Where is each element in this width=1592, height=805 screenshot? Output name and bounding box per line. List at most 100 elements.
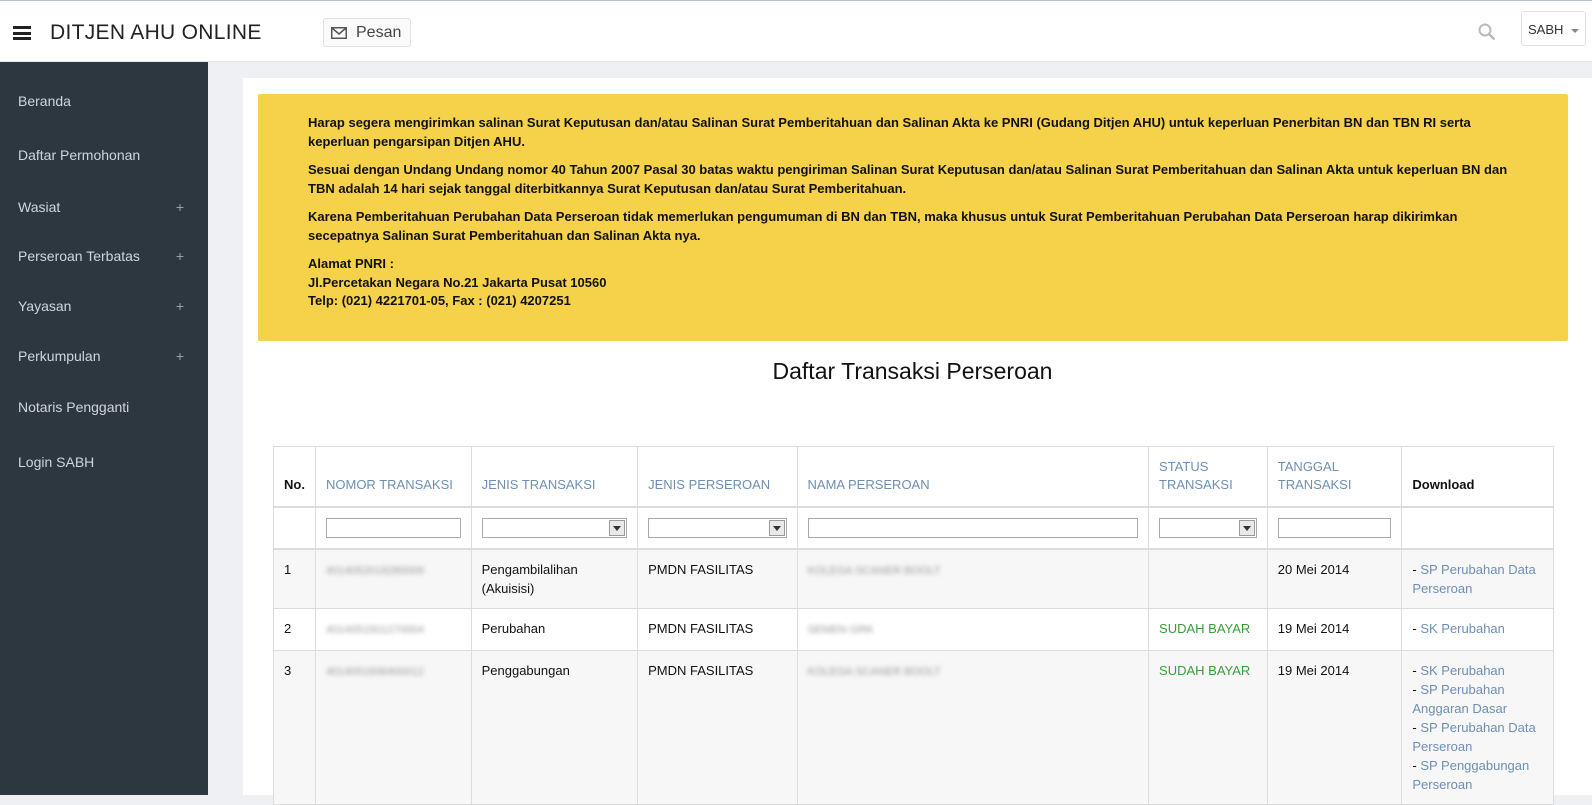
filter-cell [637, 505, 798, 550]
cell-jenis-transaksi: Pengambilalihan (Akuisisi) [470, 548, 639, 609]
download-item: - SK Perubahan [1412, 661, 1543, 680]
notice-paragraph: Karena Pemberitahuan Perubahan Data Pers… [308, 209, 1458, 243]
download-item: - SK Perubahan [1412, 619, 1543, 638]
cell-nama-perseroan: KOLEGA SCANER BOOLT [796, 649, 1150, 805]
sidebar-item-perkumpulan[interactable]: Perkumpulan + [0, 341, 208, 371]
sidebar-item-label: Perseroan Terbatas [18, 248, 140, 264]
cell-status-transaksi: SUDAH BAYAR [1148, 607, 1268, 651]
cell-status-transaksi: SUDAH BAYAR [1148, 649, 1268, 805]
filter-row [273, 505, 1554, 550]
nomor-transaksi-filter-input[interactable] [325, 517, 461, 538]
sidebar-item-label: Beranda [18, 93, 71, 109]
cell-jenis-perseroan-text: PMDN FASILITAS [648, 620, 754, 636]
cell-nama-perseroan: SEMEN GRK [796, 607, 1150, 651]
cell-tanggal-transaksi-text: 19 Mei 2014 [1277, 662, 1350, 678]
app-title[interactable]: DITJEN AHU ONLINE [50, 21, 262, 45]
cell-jenis-perseroan-text: PMDN FASILITAS [648, 561, 754, 577]
envelope-icon [331, 26, 347, 39]
filter-cell-empty [273, 505, 316, 550]
notice-banner: Harap segera mengirimkan salinan Surat K… [258, 94, 1568, 341]
page-title: Daftar Transaksi Perseroan [772, 358, 1053, 384]
cell-no-text: 3 [284, 662, 292, 678]
column-header-jenis-transaksi[interactable]: JENIS TRANSAKSI [470, 446, 639, 507]
cell-nama-perseroan: KOLEGA SCANER BOOLT [796, 548, 1150, 609]
cell-status-transaksi-text: SUDAH BAYAR [1159, 662, 1251, 678]
cell-nomor-transaksi-text: 4014051501270004 [325, 623, 424, 636]
sidebar-item-label: Perkumpulan [18, 348, 101, 364]
cell-jenis-transaksi-text: Penggabungan [481, 662, 570, 678]
cell-no: 1 [273, 548, 316, 609]
column-header-status-transaksi[interactable]: STATUS TRANSAKSI [1148, 446, 1268, 507]
transactions-table: No. NOMOR TRANSAKSI JENIS TRANSAKSI JENI… [273, 446, 1554, 805]
download-link[interactable]: SP Perubahan Data Perseroan [1412, 562, 1535, 596]
phone-line: Telp: (021) 4221701-05, Fax : (021) 4207… [308, 293, 571, 308]
cell-jenis-perseroan: PMDN FASILITAS [637, 548, 798, 609]
user-dropdown-button[interactable]: SABH [1521, 11, 1586, 46]
column-header-jenis-perseroan[interactable]: JENIS PERSEROAN [637, 446, 798, 507]
sidebar-item-beranda[interactable]: Beranda [0, 86, 208, 116]
column-header-tanggal-transaksi[interactable]: TANGGAL TRANSAKSI [1266, 446, 1403, 507]
cell-tanggal-transaksi: 20 Mei 2014 [1266, 548, 1403, 609]
cell-no-text: 1 [284, 561, 292, 577]
status-transaksi-filter-select[interactable] [1159, 517, 1257, 538]
download-link[interactable]: SP Perubahan Anggaran Dasar [1412, 682, 1507, 716]
cell-jenis-transaksi-text: Pengambilalihan (Akuisisi) [481, 561, 578, 596]
download-item: - SP Perubahan Anggaran Dasar [1412, 680, 1543, 718]
expand-plus-icon: + [175, 199, 184, 215]
cell-download: - SK Perubahan [1401, 607, 1554, 651]
sidebar-item-label: Notaris Pengganti [18, 399, 130, 415]
sidebar-item-daftar-permohonan[interactable]: Daftar Permohonan [0, 140, 208, 170]
jenis-perseroan-filter-select[interactable] [648, 517, 787, 538]
cell-nama-perseroan-text: KOLEGA SCANER BOOLT [807, 564, 941, 577]
top-navbar: DITJEN AHU ONLINE Pesan SABH [0, 0, 1592, 62]
column-header-nama-perseroan[interactable]: NAMA PERSEROAN [796, 446, 1150, 507]
cell-nama-perseroan-text: SEMEN GRK [807, 623, 874, 636]
download-item: - SP Perubahan Data Perseroan [1412, 560, 1543, 598]
tanggal-transaksi-filter-input[interactable] [1277, 517, 1392, 538]
download-item: - SP Penggabungan Perseroan [1412, 756, 1543, 794]
cell-status-transaksi [1148, 548, 1268, 609]
column-header-download: Download [1401, 446, 1554, 507]
pnri-address: Alamat PNRI : Jl.Percetakan Negara No.21… [308, 255, 1528, 311]
download-link[interactable]: SK Perubahan [1420, 621, 1505, 636]
sidebar-item-yayasan[interactable]: Yayasan + [0, 291, 208, 321]
sidebar-item-perseroan-terbatas[interactable]: Perseroan Terbatas + [0, 241, 208, 271]
filter-cell [470, 505, 639, 550]
table-row: 1 4014052019280009 Pengambilalihan (Akuisi… [273, 548, 1554, 609]
dropdown-arrow-icon [609, 519, 626, 536]
download-link[interactable]: SP Penggabungan Perseroan [1412, 758, 1529, 792]
filter-cell [1148, 505, 1268, 550]
search-icon[interactable] [1478, 23, 1496, 41]
nama-perseroan-filter-input[interactable] [807, 517, 1139, 538]
user-label: SABH [1528, 22, 1564, 37]
messages-button[interactable]: Pesan [323, 18, 412, 47]
hamburger-menu-icon[interactable] [13, 26, 31, 40]
download-link[interactable]: SP Perubahan Data Perseroan [1412, 720, 1535, 754]
cell-nomor-transaksi: 4014051936400012 [314, 649, 472, 805]
address-line: Jl.Percetakan Negara No.21 Jakarta Pusat… [308, 274, 607, 290]
table-header-row: No. NOMOR TRANSAKSI JENIS TRANSAKSI JENI… [273, 446, 1554, 507]
cell-jenis-perseroan: PMDN FASILITAS [637, 607, 798, 651]
expand-plus-icon: + [175, 248, 184, 264]
jenis-transaksi-filter-select[interactable] [481, 517, 628, 538]
dropdown-arrow-icon [768, 519, 785, 536]
cell-tanggal-transaksi: 19 Mei 2014 [1266, 649, 1403, 805]
cell-tanggal-transaksi-text: 20 Mei 2014 [1277, 561, 1350, 577]
sidebar-item-login-sabh[interactable]: Login SABH [0, 447, 208, 477]
download-item: - SP Perubahan Data Perseroan [1412, 718, 1543, 756]
cell-status-transaksi-text: SUDAH BAYAR [1159, 620, 1251, 636]
sidebar-item-label: Yayasan [18, 298, 72, 314]
sidebar-item-wasiat[interactable]: Wasiat + [0, 192, 208, 222]
cell-tanggal-transaksi-text: 19 Mei 2014 [1277, 620, 1350, 636]
sidebar-item-label: Login SABH [18, 454, 95, 470]
column-header-nomor-transaksi[interactable]: NOMOR TRANSAKSI [314, 446, 472, 507]
cell-jenis-transaksi-text: Perubahan [481, 620, 546, 636]
expand-plus-icon: + [175, 348, 184, 364]
sidebar-item-notaris-pengganti[interactable]: Notaris Pengganti [0, 392, 208, 422]
column-header-no: No. [273, 446, 316, 507]
cell-nomor-transaksi: 4014051501270004 [314, 607, 472, 651]
expand-plus-icon: + [175, 298, 184, 314]
cell-jenis-transaksi: Penggabungan [470, 649, 639, 805]
download-link[interactable]: SK Perubahan [1420, 663, 1505, 678]
filter-cell-empty [1401, 505, 1554, 550]
